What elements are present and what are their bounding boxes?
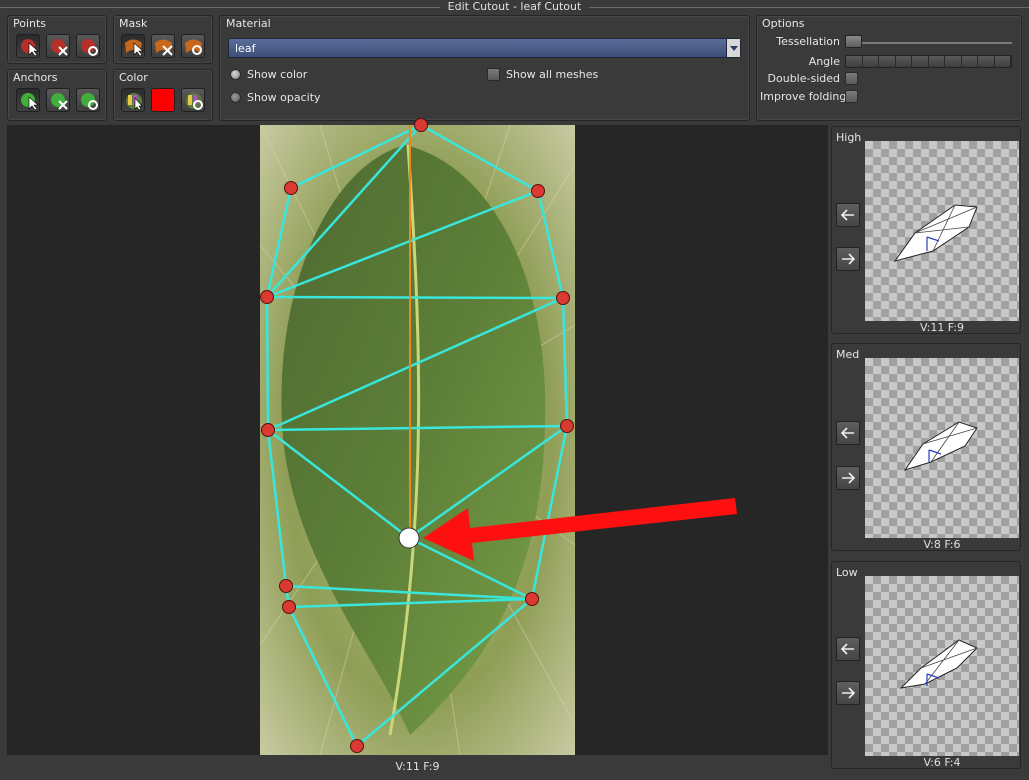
mesh-point[interactable]: [279, 579, 293, 593]
mesh-edges: [265, 123, 569, 748]
anchor-point[interactable]: [398, 527, 420, 549]
lod-mesh-graphic-med: [903, 421, 978, 471]
lod-high-prev-button[interactable]: [836, 203, 860, 227]
mesh-point[interactable]: [556, 291, 570, 305]
mesh-point[interactable]: [350, 739, 364, 753]
lod-title-high: High: [836, 131, 862, 144]
arrow-left-icon: [840, 209, 854, 221]
lod-mesh-graphic-high: [893, 204, 978, 262]
lod-med-next-button[interactable]: [836, 466, 860, 490]
lod-preview-high[interactable]: [865, 141, 1019, 321]
arrow-annotation: [423, 498, 737, 561]
lod-panel-med: Med V:8 F:6: [831, 343, 1021, 551]
lod-title-med: Med: [836, 348, 860, 361]
arrow-right-icon: [842, 253, 856, 265]
arrow-right-icon: [842, 687, 856, 699]
lod-title-low: Low: [836, 566, 858, 579]
lod-stats-med: V:8 F:6: [923, 538, 961, 551]
arrow-right-icon: [842, 472, 856, 484]
lod-panel-high: High V:11 F:9: [831, 126, 1021, 334]
mesh-point[interactable]: [560, 419, 574, 433]
lod-preview-low[interactable]: [865, 576, 1019, 756]
mesh-point[interactable]: [261, 423, 275, 437]
mesh-point[interactable]: [525, 592, 539, 606]
arrow-left-icon: [840, 427, 854, 439]
lod-panel-low: Low V:6 F:4: [831, 561, 1021, 769]
mesh-point[interactable]: [531, 184, 545, 198]
lod-stats-high: V:11 F:9: [919, 321, 964, 334]
lod-med-prev-button[interactable]: [836, 421, 860, 445]
mesh-point[interactable]: [284, 181, 298, 195]
mesh-point[interactable]: [414, 118, 428, 132]
lod-stats-low: V:6 F:4: [923, 756, 961, 769]
mesh-point[interactable]: [282, 600, 296, 614]
arrow-left-icon: [840, 643, 854, 655]
lod-mesh-graphic-low: [899, 639, 978, 689]
mesh-point[interactable]: [260, 290, 274, 304]
lod-high-next-button[interactable]: [836, 247, 860, 271]
lod-low-prev-button[interactable]: [836, 637, 860, 661]
lod-low-next-button[interactable]: [836, 681, 860, 705]
viewport-stats: V:11 F:9: [395, 760, 440, 773]
lod-preview-med[interactable]: [865, 358, 1019, 538]
